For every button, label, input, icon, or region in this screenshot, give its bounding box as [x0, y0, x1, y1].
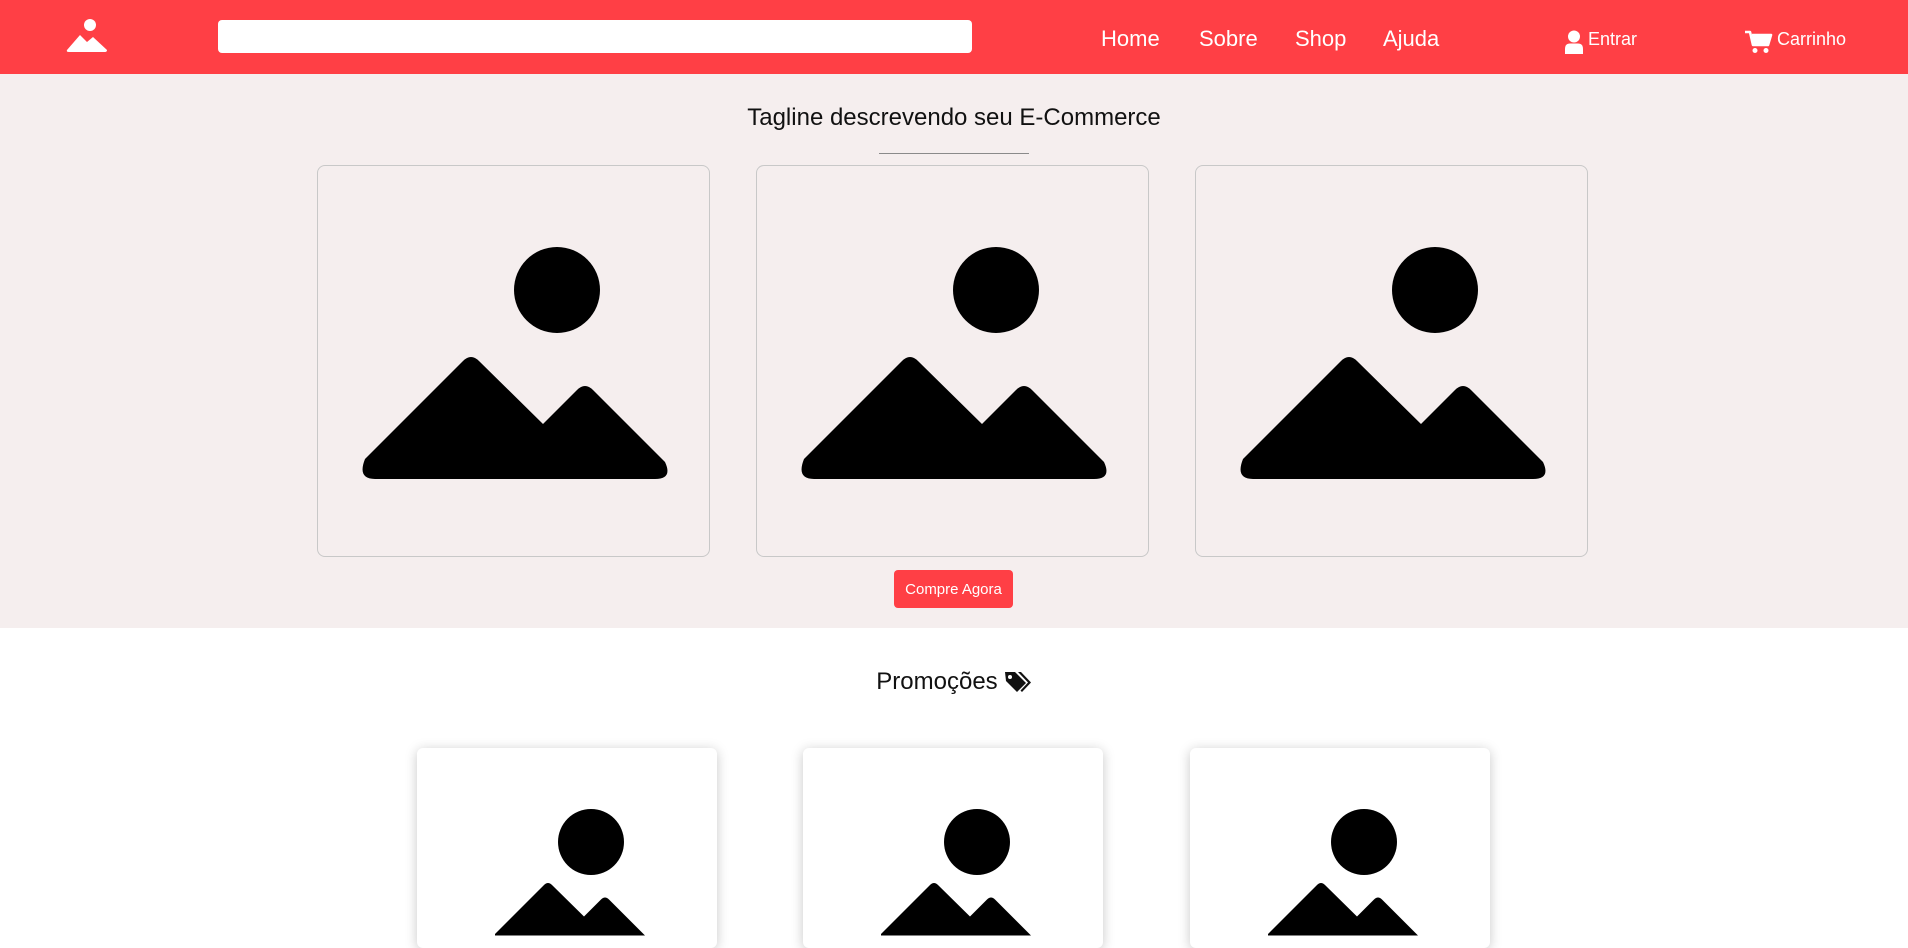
nav-sobre-link[interactable]: Sobre — [1199, 26, 1258, 52]
nav-ajuda-link[interactable]: Ajuda — [1383, 26, 1439, 52]
tagline: Tagline descrevendo seu E-Commerce — [747, 104, 1161, 131]
buy-now-button[interactable]: Compre Agora — [894, 570, 1013, 608]
tagline-divider — [879, 153, 1029, 154]
landscape-image-icon[interactable] — [66, 18, 108, 52]
image-placeholder-icon — [495, 809, 645, 936]
cart-label: Carrinho — [1777, 29, 1847, 49]
featured-product-card[interactable] — [317, 165, 710, 557]
tags-icon — [1004, 672, 1031, 692]
login-label: Entrar — [1588, 29, 1638, 49]
promo-product-card[interactable] — [1190, 748, 1490, 948]
hero-section: Tagline descrevendo seu E-Commerce Compr… — [0, 74, 1908, 628]
featured-product-card[interactable] — [1195, 165, 1588, 557]
user-icon — [1565, 30, 1583, 54]
cart-button[interactable]: Carrinho — [1745, 24, 1846, 54]
promotions-heading: Promoções — [0, 668, 1908, 696]
search-input[interactable] — [218, 20, 972, 53]
promotions-title: Promoções — [876, 668, 998, 695]
nav-home-link[interactable]: Home — [1101, 26, 1160, 52]
featured-product-card[interactable] — [756, 165, 1149, 557]
top-navbar: Home Sobre Shop Ajuda Entrar Carrinho — [0, 0, 1908, 74]
promo-product-card[interactable] — [803, 748, 1103, 948]
image-placeholder-icon — [362, 247, 668, 479]
promo-product-card[interactable] — [417, 748, 717, 948]
image-placeholder-icon — [801, 247, 1107, 479]
image-placeholder-icon — [881, 809, 1031, 936]
login-button[interactable]: Entrar — [1564, 24, 1637, 54]
shopping-cart-icon — [1745, 30, 1773, 53]
image-placeholder-icon — [1268, 809, 1418, 936]
nav-shop-link[interactable]: Shop — [1295, 26, 1346, 52]
image-placeholder-icon — [1240, 247, 1546, 479]
